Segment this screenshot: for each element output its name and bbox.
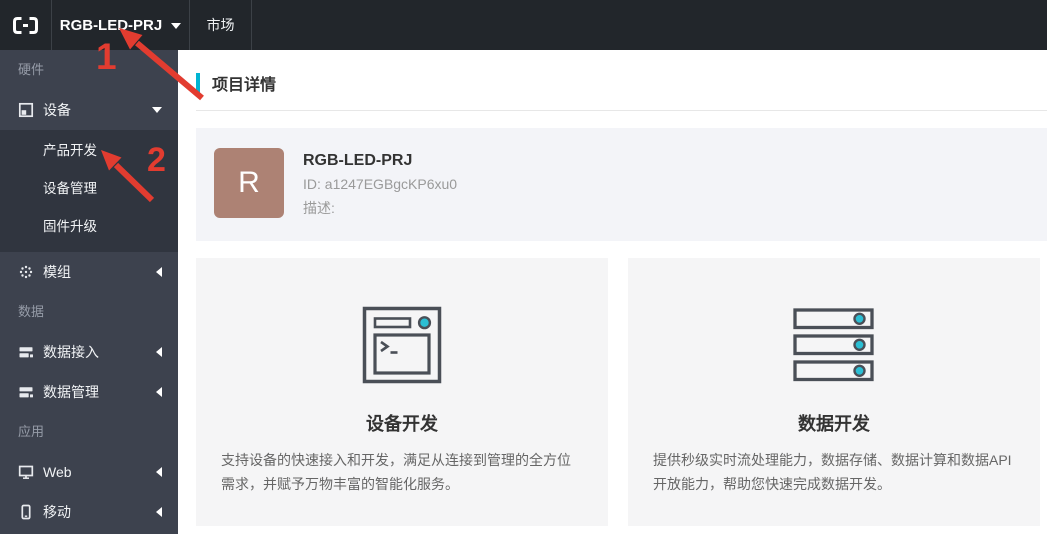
page-title: 项目详情 (212, 77, 277, 94)
data-development-card[interactable]: 数据开发 提供秒级实时流处理能力，数据存储、数据计算和数据API开放能力，帮助您… (628, 258, 1040, 526)
smartphone-icon (18, 504, 34, 520)
sidebar-item-device[interactable]: 设备 (0, 90, 178, 130)
sidebar-item-device-management[interactable]: 设备管理 (0, 170, 178, 208)
project-name: RGB-LED-PRJ (303, 152, 413, 169)
sidebar-item-label: Web (43, 464, 72, 480)
project-selector-label: RGB-LED-PRJ (59, 16, 163, 34)
monitor-icon (18, 464, 34, 480)
main-content: 项目详情 R RGB-LED-PRJ ID: a1247EGBgcKP6xu0 … (178, 50, 1047, 534)
chevron-left-icon (156, 507, 162, 517)
chevron-down-icon (171, 23, 182, 29)
title-accent-bar (196, 72, 200, 94)
topbar: RGB-LED-PRJ 市场 (0, 0, 1047, 50)
sidebar-item-label: 数据管理 (43, 384, 99, 400)
sidebar-item-label: 设备 (43, 102, 71, 118)
sidebar-item-label: 数据接入 (43, 344, 99, 360)
chevron-left-icon (156, 267, 162, 277)
section-label-application: 应用 (18, 424, 45, 439)
window-icon (18, 102, 34, 118)
chevron-down-icon (152, 107, 162, 113)
project-summary-card: R RGB-LED-PRJ ID: a1247EGBgcKP6xu0 描述: (196, 128, 1047, 241)
project-description: 描述: (303, 200, 335, 216)
sidebar-item-mobile[interactable]: 移动 (0, 492, 178, 532)
market-tab-label: 市场 (206, 17, 235, 33)
feature-description: 支持设备的快速接入和开发，满足从连接到管理的全方位需求，并赋予万物丰富的智能化服… (221, 452, 571, 492)
sidebar-item-label: 移动 (43, 504, 71, 520)
feature-cards: 设备开发 支持设备的快速接入和开发，满足从连接到管理的全方位需求，并赋予万物丰富… (196, 258, 1040, 526)
feature-title: 设备开发 (366, 414, 438, 434)
database-icon (18, 344, 34, 360)
section-label-data: 数据 (18, 304, 45, 319)
sidebar-item-product-development[interactable]: 产品开发 (0, 132, 178, 170)
sidebar-item-label: 模组 (43, 264, 71, 280)
app-window: RGB-LED-PRJ 市场 硬件 设备 产品开发 设备管理 固件升级 模组 数… (0, 0, 1047, 534)
chevron-left-icon (156, 467, 162, 477)
sidebar-item-data-management[interactable]: 数据管理 (0, 372, 178, 412)
header-divider (196, 110, 1047, 111)
tab-market[interactable]: 市场 (190, 0, 252, 50)
device-submenu: 产品开发 设备管理 固件升级 (0, 130, 178, 252)
feature-title: 数据开发 (798, 414, 870, 434)
page-header: 项目详情 (196, 71, 276, 95)
project-avatar: R (214, 148, 284, 218)
device-development-card[interactable]: 设备开发 支持设备的快速接入和开发，满足从连接到管理的全方位需求，并赋予万物丰富… (196, 258, 608, 526)
chevron-left-icon (156, 387, 162, 397)
sidebar: 硬件 设备 产品开发 设备管理 固件升级 模组 数据 数据接入 数据管理 应用 … (0, 50, 178, 534)
sidebar-item-web[interactable]: Web (0, 452, 178, 492)
sidebar-item-firmware-upgrade[interactable]: 固件升级 (0, 208, 178, 246)
server-stack-icon (793, 306, 875, 384)
section-label-hardware: 硬件 (18, 62, 45, 77)
sidebar-item-data-access[interactable]: 数据接入 (0, 332, 178, 372)
project-selector-dropdown[interactable]: RGB-LED-PRJ (52, 0, 190, 50)
database-icon (18, 384, 34, 400)
project-id: ID: a1247EGBgcKP6xu0 (303, 176, 458, 192)
app-logo[interactable] (0, 0, 52, 50)
chevron-left-icon (156, 347, 162, 357)
project-meta: RGB-LED-PRJ ID: a1247EGBgcKP6xu0 描述: (303, 148, 457, 241)
brackets-logo-icon (13, 16, 38, 34)
dotted-sphere-icon (18, 264, 34, 280)
terminal-window-icon (362, 306, 442, 384)
sidebar-item-module[interactable]: 模组 (0, 252, 178, 292)
feature-description: 提供秒级实时流处理能力，数据存储、数据计算和数据API开放能力，帮助您快速完成数… (653, 452, 1012, 492)
